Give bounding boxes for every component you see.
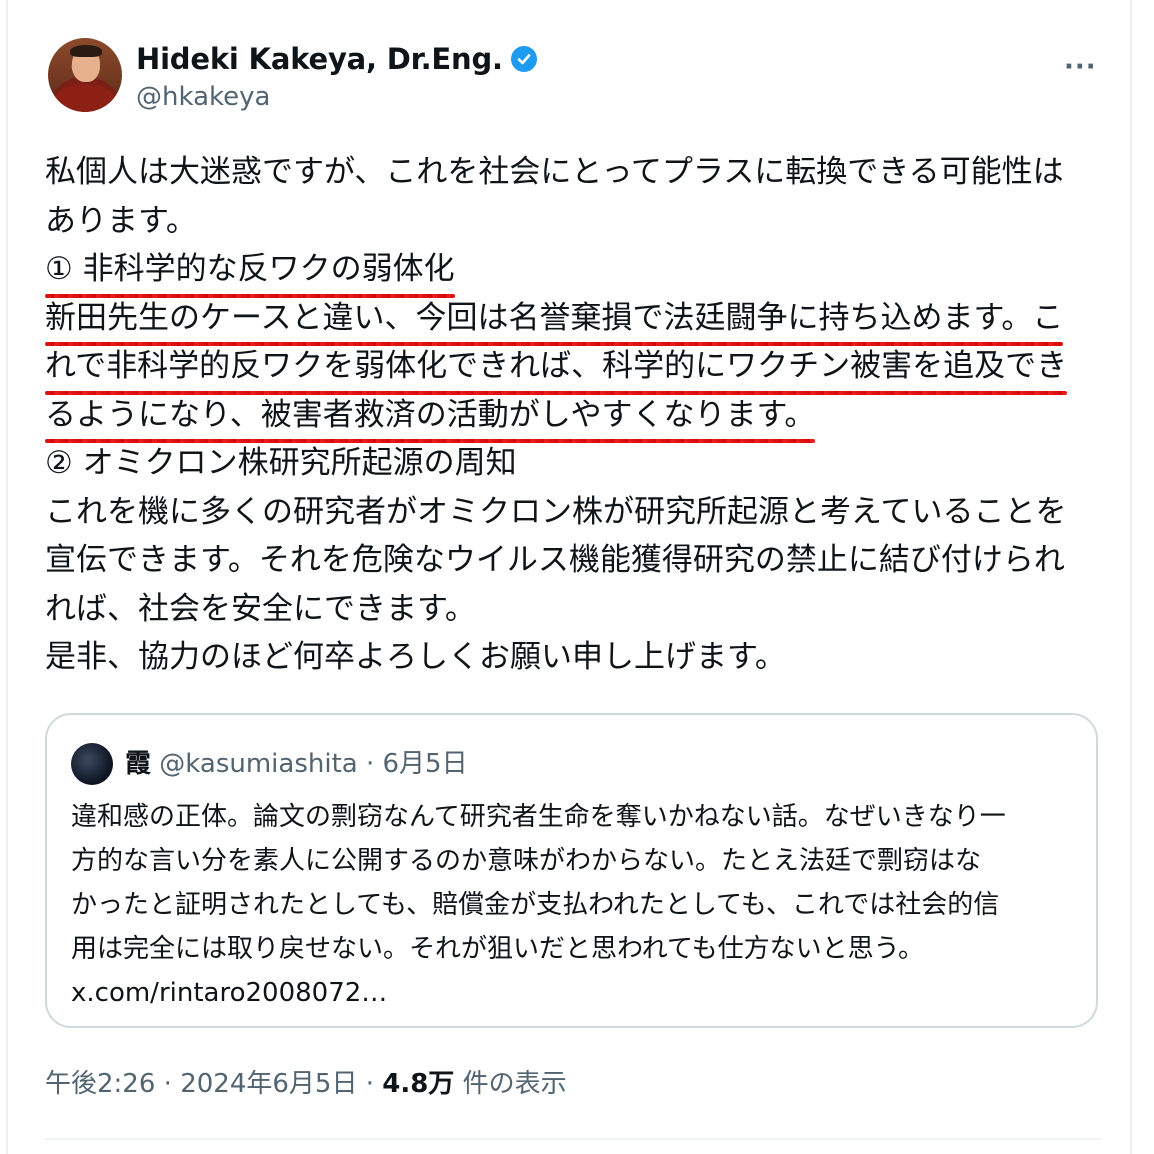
tweet-date[interactable]: 2024年6月5日 (180, 1069, 357, 1099)
quoted-line: 方的な言い分を素人に公開するのか意味がわからない。たとえ法廷で剽窃はな (71, 846, 982, 876)
author-avatar[interactable] (48, 38, 122, 112)
author-display-name[interactable]: Hideki Kakeya, Dr.Eng. (136, 42, 503, 76)
views-count: 4.8万 (382, 1069, 455, 1099)
divider (45, 1138, 1101, 1140)
verified-badge-icon[interactable] (510, 46, 537, 72)
meta-separator: · (357, 1069, 383, 1099)
quoted-author-avatar (71, 743, 113, 785)
views-label: 件の表示 (454, 1069, 567, 1099)
tweet-text: 私個人は大迷惑ですが、これを社会にとってプラスに転換できる可能性は あります。 … (45, 148, 1105, 682)
quoted-link[interactable]: x.com/rintaro2008072… (71, 971, 1081, 1015)
quoted-author-handle-date: @kasumiashita · 6月5日 (151, 749, 468, 779)
tweet-line: 私個人は大迷惑ですが、これを社会にとってプラスに転換できる可能性は (45, 154, 1064, 190)
underlined-text: れで非科学的反ワクを弱体化できれば、科学的にワクチン被害を追及でき (45, 342, 1068, 394)
underlined-heading: ① 非科学的な反ワクの弱体化 (45, 245, 455, 297)
quoted-tweet-header: 霞 @kasumiashita · 6月5日 (125, 744, 468, 784)
quoted-line: 用は完全には取り戻せない。それが狙いだと思われても仕方ないと思う。 (71, 934, 925, 964)
tweet-line: これを機に多くの研究者がオミクロン株が研究所起源と考えていることを (45, 493, 1067, 530)
avatar-body (54, 84, 116, 112)
tweet-line: 宣伝できます。それを危険なウイルス機能獲得研究の禁止に結び付けられ (45, 542, 1065, 578)
underlined-text: るようになり、被害者救済の活動がしやすくなります。 (45, 391, 816, 443)
page-edge-left (6, 0, 8, 1154)
quoted-tweet-card[interactable]: 霞 @kasumiashita · 6月5日 違和感の正体。論文の剽窃なんて研究… (45, 713, 1098, 1028)
page-edge-right (1130, 0, 1132, 1154)
meta-separator: · (155, 1069, 181, 1099)
tweet-line: れで非科学的反ワクを弱体化できれば、科学的にワクチン被害を追及でき (45, 342, 1105, 394)
more-options-icon[interactable]: ··· (1064, 52, 1097, 82)
tweet-line: 新田先生のケースと違い、今回は名誉棄損で法廷闘争に持ち込めます。こ (45, 294, 1105, 346)
tweet-line: ② オミクロン株研究所起源の周知 (45, 445, 517, 481)
underlined-text: 新田先生のケースと違い、今回は名誉棄損で法廷闘争に持ち込めます。こ (45, 294, 1064, 346)
tweet-line: ① 非科学的な反ワクの弱体化 (45, 245, 1105, 297)
quoted-author-name: 霞 (125, 749, 152, 779)
quoted-line: 違和感の正体。論文の剽窃なんて研究者生命を奪いかねない話。なぜいきなり一 (71, 802, 1006, 832)
tweet-line: るようになり、被害者救済の活動がしやすくなります。 (45, 391, 1105, 443)
author-handle[interactable]: @hkakeya (136, 82, 270, 112)
tweet-line: 是非、協力のほど何卒よろしくお願い申し上げます。 (45, 639, 786, 675)
tweet-line: あります。 (45, 202, 197, 239)
author-name-row: Hideki Kakeya, Dr.Eng. (136, 40, 537, 78)
avatar-hair (70, 45, 102, 57)
tweet-meta: 午後2:26 · 2024年6月5日 · 4.8万 件の表示 (45, 1064, 567, 1104)
tweet-time[interactable]: 午後2:26 (45, 1069, 155, 1099)
tweet-line: れば、社会を安全にできます。 (45, 590, 476, 627)
quoted-tweet-text: 違和感の正体。論文の剽窃なんて研究者生命を奪いかねない話。なぜいきなり一 方的な… (71, 795, 1081, 1015)
quoted-line: かったと証明されたとしても、賠償金が支払われたとしても、これでは社会的信 (71, 890, 1000, 920)
